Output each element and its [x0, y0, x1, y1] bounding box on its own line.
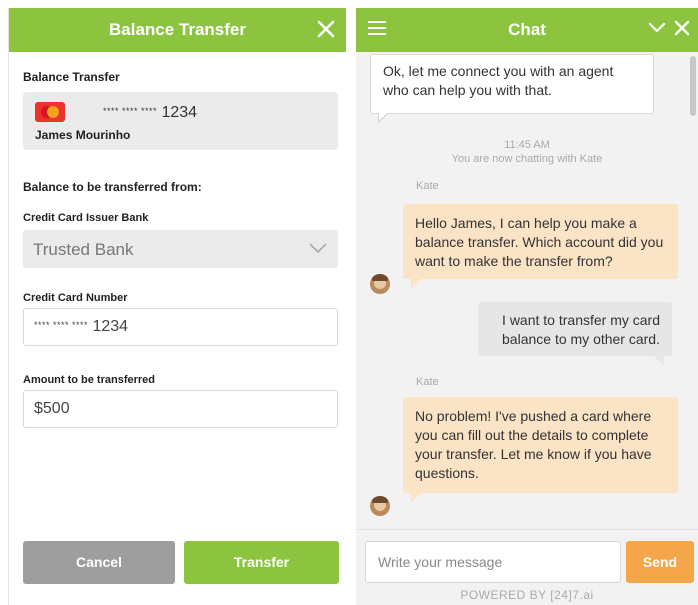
issuer-bank-select[interactable]: Trusted Bank — [23, 230, 338, 268]
section-title-balance-transfer: Balance Transfer — [23, 70, 120, 84]
amount-label: Amount to be transferred — [23, 374, 156, 386]
amount-field[interactable]: $500 — [23, 390, 338, 428]
send-button[interactable]: Send — [626, 541, 694, 583]
card-number-field-last4: 1234 — [92, 318, 129, 335]
powered-by-label: POWERED BY [24]7.ai — [460, 588, 594, 602]
card-number-field-mask: **** **** **** — [34, 320, 89, 330]
card-number-field[interactable]: **** **** **** 1234 — [23, 308, 338, 346]
issuer-bank-label: Credit Card Issuer Bank — [23, 212, 149, 224]
agent-sender-name: Kate — [416, 180, 439, 192]
message-input[interactable] — [365, 541, 621, 583]
agent-avatar-icon — [370, 274, 390, 294]
chat-composer: Send POWERED BY [24]7.ai — [356, 529, 698, 605]
selected-card: **** **** **** 1234 James Mourinho — [23, 92, 338, 150]
bot-message: Ok, let me connect you with an agent who… — [370, 54, 654, 114]
card-number-last4: 1234 — [161, 104, 198, 121]
transfer-from-heading: Balance to be transferred from: — [23, 180, 202, 194]
transfer-button[interactable]: Transfer — [184, 541, 339, 584]
minimize-chevron-icon[interactable] — [648, 21, 666, 35]
agent-avatar-icon — [370, 496, 390, 516]
agent-message: Hello James, I can help you make a balan… — [403, 204, 678, 279]
user-bubble-tail — [654, 356, 664, 366]
card-number-mask: **** **** **** — [103, 106, 158, 116]
bot-bubble-tail-inner — [379, 113, 387, 121]
card-number-label: Credit Card Number — [23, 292, 128, 304]
chat-header: Chat — [356, 8, 698, 52]
message-timestamp: 11:45 AM — [504, 139, 550, 151]
card-holder-name: James Mourinho — [35, 128, 131, 142]
close-icon[interactable] — [672, 18, 692, 38]
chevron-down-icon — [308, 240, 328, 256]
agent-sender-name: Kate — [416, 376, 439, 388]
chat-scrollbar[interactable] — [690, 56, 696, 116]
agent-message: No problem! I've pushed a card where you… — [403, 397, 678, 493]
amount-value: $500 — [34, 400, 70, 417]
issuer-bank-value: Trusted Bank — [33, 240, 134, 259]
balance-transfer-title: Balance Transfer — [108, 20, 246, 39]
close-icon[interactable] — [314, 17, 338, 41]
chat-status: You are now chatting with Kate — [451, 153, 603, 165]
agent-bubble-tail — [411, 279, 421, 289]
card-number: **** **** **** 1234 — [103, 104, 197, 122]
chat-panel: Chat Ok, let me connect you with an agen… — [356, 8, 698, 605]
balance-transfer-panel: Balance Transfer Balance Transfer **** *… — [8, 8, 346, 605]
cancel-button[interactable]: Cancel — [23, 541, 175, 584]
chat-title: Chat — [508, 20, 546, 39]
user-message: I want to transfer my card balance to my… — [478, 302, 672, 356]
agent-bubble-tail — [411, 493, 421, 503]
mastercard-icon — [35, 102, 65, 122]
balance-transfer-header: Balance Transfer — [9, 8, 346, 52]
